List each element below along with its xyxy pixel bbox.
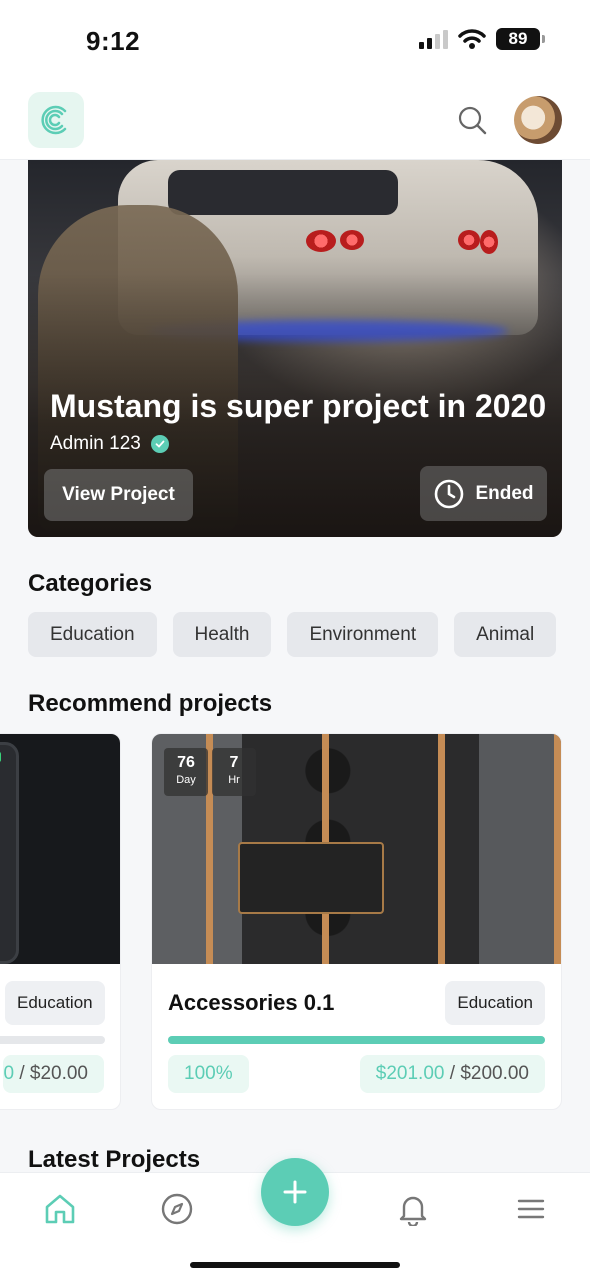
countdown-hours-value: 7 [229,754,239,771]
countdown-days-unit: Day [176,774,196,786]
category-chip-animal[interactable]: Animal [454,612,557,657]
hero-author: Admin 123 [50,433,169,455]
amount-goal: $200.00 [460,1063,529,1084]
app-screen: 9:12 89 Mustang is super project in 2020… [0,0,590,1280]
funding-amount: $201.00 / $200.00 [359,1055,545,1093]
nav-home[interactable] [42,1191,78,1227]
project-status-label: Ended [475,482,534,504]
app-header [0,80,590,160]
app-logo[interactable] [28,92,84,148]
status-time: 9:12 [86,26,141,56]
menu-icon [517,1199,545,1219]
hero-author-name: Admin 123 [50,433,141,454]
category-chips: Education Health Environment Animal [28,612,557,657]
verified-icon [150,435,169,453]
phone-led [0,752,1,762]
countdown-days: 76 Day [164,748,208,796]
hero-title: Mustang is super project in 2020 [50,388,547,424]
amount-raised: $201.00 [375,1063,445,1084]
project-card[interactable]: Education 0 / $20.00 [0,733,121,1110]
gpu-image [238,842,384,914]
add-project-button[interactable] [261,1158,329,1226]
wifi-icon [458,29,486,49]
clock-icon [435,479,464,508]
phone-image [0,742,19,964]
nav-notifications[interactable] [395,1191,431,1227]
bell-icon [399,1196,427,1226]
categories-title: Categories [28,570,153,597]
funding-amount: 0 / $20.00 [3,1055,104,1093]
category-chip-education[interactable]: Education [28,612,157,657]
cellular-signal-icon [419,29,448,49]
compass-icon [161,1193,193,1225]
latest-projects-title: Latest Projects [28,1146,201,1173]
home-icon [45,1194,75,1224]
amount-separator: / [19,1063,25,1084]
battery-indicator: 89 [496,28,545,50]
category-chip-health[interactable]: Health [172,612,272,657]
add-icon [283,1180,307,1204]
nav-menu[interactable] [513,1191,549,1227]
category-chip-environment[interactable]: Environment [287,612,439,657]
countdown-hours-unit: Hr [228,774,240,786]
progress-bar [0,1036,105,1044]
funding-percent: 100% [168,1055,249,1093]
c-logo-icon [41,105,67,135]
amount-separator: / [449,1063,456,1084]
project-card[interactable]: 76 Day 7 Hr Accessories 0.1 Education 10… [151,733,562,1110]
project-category-tag[interactable]: Education [445,981,545,1025]
status-indicators: 89 [419,28,545,50]
countdown-timer: 76 Day 7 Hr [164,748,256,796]
countdown-hours: 7 Hr [212,748,256,796]
project-category-tag[interactable]: Education [5,981,105,1025]
progress-fill [168,1036,545,1044]
project-card-image [0,734,120,964]
nav-explore[interactable] [159,1191,195,1227]
progress-bar [168,1036,545,1044]
recommend-title: Recommend projects [28,690,273,717]
search-button[interactable] [456,104,488,136]
countdown-days-value: 76 [177,754,195,771]
project-status-badge: Ended [420,466,547,521]
amount-goal: $20.00 [29,1063,88,1084]
user-avatar[interactable] [514,96,562,144]
search-icon [458,106,487,135]
amount-raised: 0 [3,1063,15,1084]
view-project-button[interactable]: View Project [44,469,193,521]
featured-project-banner[interactable]: Mustang is super project in 2020 Admin 1… [28,160,562,537]
home-indicator [190,1262,400,1268]
project-name: Accessories 0.1 [168,990,335,1015]
status-bar: 9:12 89 [0,0,590,80]
